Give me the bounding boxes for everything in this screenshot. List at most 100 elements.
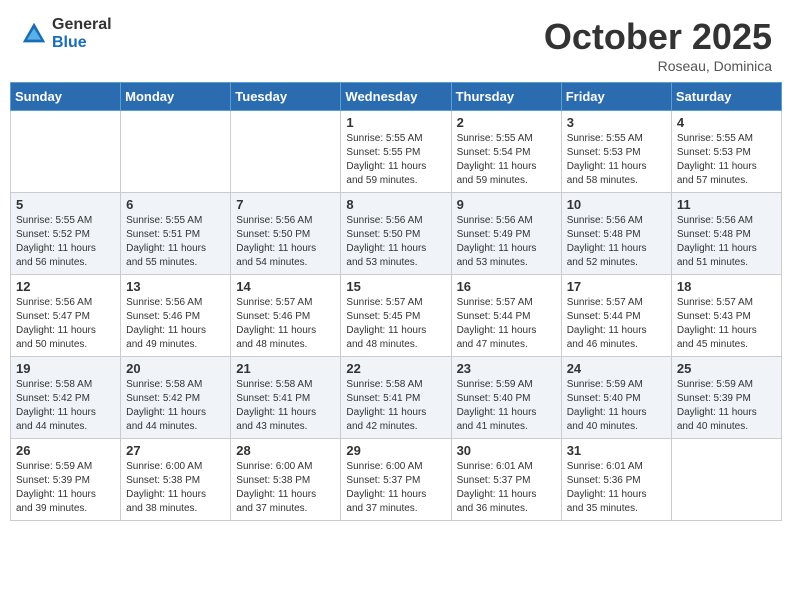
day-number: 9 (457, 197, 556, 212)
day-number: 1 (346, 115, 445, 130)
table-row: 10 Sunrise: 5:56 AM Sunset: 5:48 PM Dayli… (561, 193, 671, 275)
day-info: Sunrise: 5:58 AM Sunset: 5:41 PM Dayligh… (346, 378, 445, 434)
day-number: 6 (126, 197, 225, 212)
table-row: 5 Sunrise: 5:55 AM Sunset: 5:52 PM Daylig… (11, 193, 121, 275)
calendar-week-2: 5 Sunrise: 5:55 AM Sunset: 5:52 PM Daylig… (11, 193, 782, 275)
page-header: General Blue October 2025 Roseau, Domini… (0, 0, 792, 82)
table-row: 27 Sunrise: 6:00 AM Sunset: 5:38 PM Dayli… (121, 439, 231, 521)
day-info: Sunrise: 5:57 AM Sunset: 5:44 PM Dayligh… (567, 296, 666, 352)
day-number: 8 (346, 197, 445, 212)
day-info: Sunrise: 6:00 AM Sunset: 5:38 PM Dayligh… (126, 460, 225, 516)
calendar-header: Sunday Monday Tuesday Wednesday Thursday… (11, 83, 782, 111)
table-row: 24Sunrise: 5:59 AM Sunset: 5:40 PM Dayli… (561, 357, 671, 439)
calendar-week-3: 12Sunrise: 5:56 AM Sunset: 5:47 PM Dayli… (11, 275, 782, 357)
day-info: Sunrise: 5:59 AM Sunset: 5:40 PM Dayligh… (457, 378, 556, 434)
calendar-week-5: 26 Sunrise: 5:59 AM Sunset: 5:39 PM Dayli… (11, 439, 782, 521)
day-info: Sunrise: 5:55 AM Sunset: 5:52 PM Dayligh… (16, 214, 115, 270)
day-info: Sunrise: 5:58 AM Sunset: 5:42 PM Dayligh… (126, 378, 225, 434)
day-number: 15 (346, 279, 445, 294)
logo-blue: Blue (52, 34, 112, 52)
location: Roseau, Dominica (544, 58, 772, 74)
day-number: 14 (236, 279, 335, 294)
day-info: Sunrise: 5:56 AM Sunset: 5:46 PM Dayligh… (126, 296, 225, 352)
table-row: 19 Sunrise: 5:58 AM Sunset: 5:42 PM Dayli… (11, 357, 121, 439)
day-info: Sunrise: 6:00 AM Sunset: 5:38 PM Dayligh… (236, 460, 335, 516)
day-info: Sunrise: 5:57 AM Sunset: 5:46 PM Dayligh… (236, 296, 335, 352)
day-info: Sunrise: 5:56 AM Sunset: 5:48 PM Dayligh… (677, 214, 776, 270)
table-row: 25 Sunrise: 5:59 AM Sunset: 5:39 PM Dayli… (671, 357, 781, 439)
table-row: 1Sunrise: 5:55 AM Sunset: 5:55 PM Daylig… (341, 111, 451, 193)
table-row: 16 Sunrise: 5:57 AM Sunset: 5:44 PM Dayli… (451, 275, 561, 357)
day-info: Sunrise: 5:58 AM Sunset: 5:42 PM Dayligh… (16, 378, 115, 434)
day-number: 19 (16, 361, 115, 376)
calendar-week-1: 1Sunrise: 5:55 AM Sunset: 5:55 PM Daylig… (11, 111, 782, 193)
day-info: Sunrise: 5:57 AM Sunset: 5:43 PM Dayligh… (677, 296, 776, 352)
table-row: 26 Sunrise: 5:59 AM Sunset: 5:39 PM Dayli… (11, 439, 121, 521)
day-number: 10 (567, 197, 666, 212)
table-row: 3Sunrise: 5:55 AM Sunset: 5:53 PM Daylig… (561, 111, 671, 193)
day-number: 29 (346, 443, 445, 458)
table-row: 4Sunrise: 5:55 AM Sunset: 5:53 PM Daylig… (671, 111, 781, 193)
day-info: Sunrise: 5:57 AM Sunset: 5:44 PM Dayligh… (457, 296, 556, 352)
day-number: 30 (457, 443, 556, 458)
day-number: 22 (346, 361, 445, 376)
table-row (231, 111, 341, 193)
table-row: 2Sunrise: 5:55 AM Sunset: 5:54 PM Daylig… (451, 111, 561, 193)
header-tuesday: Tuesday (231, 83, 341, 111)
header-monday: Monday (121, 83, 231, 111)
day-number: 25 (677, 361, 776, 376)
header-friday: Friday (561, 83, 671, 111)
table-row: 23Sunrise: 5:59 AM Sunset: 5:40 PM Dayli… (451, 357, 561, 439)
table-row: 6Sunrise: 5:55 AM Sunset: 5:51 PM Daylig… (121, 193, 231, 275)
table-row (671, 439, 781, 521)
day-info: Sunrise: 5:56 AM Sunset: 5:50 PM Dayligh… (236, 214, 335, 270)
header-thursday: Thursday (451, 83, 561, 111)
day-info: Sunrise: 5:59 AM Sunset: 5:39 PM Dayligh… (677, 378, 776, 434)
day-number: 4 (677, 115, 776, 130)
day-number: 31 (567, 443, 666, 458)
day-number: 27 (126, 443, 225, 458)
title-area: October 2025 Roseau, Dominica (544, 16, 772, 74)
day-number: 5 (16, 197, 115, 212)
day-info: Sunrise: 5:56 AM Sunset: 5:49 PM Dayligh… (457, 214, 556, 270)
table-row: 22 Sunrise: 5:58 AM Sunset: 5:41 PM Dayli… (341, 357, 451, 439)
day-number: 28 (236, 443, 335, 458)
table-row: 15 Sunrise: 5:57 AM Sunset: 5:45 PM Dayli… (341, 275, 451, 357)
day-number: 24 (567, 361, 666, 376)
table-row: 8 Sunrise: 5:56 AM Sunset: 5:50 PM Daylig… (341, 193, 451, 275)
logo-general: General (52, 16, 112, 34)
table-row: 13Sunrise: 5:56 AM Sunset: 5:46 PM Dayli… (121, 275, 231, 357)
day-info: Sunrise: 5:56 AM Sunset: 5:50 PM Dayligh… (346, 214, 445, 270)
table-row: 28 Sunrise: 6:00 AM Sunset: 5:38 PM Dayli… (231, 439, 341, 521)
header-wednesday: Wednesday (341, 83, 451, 111)
calendar-table: Sunday Monday Tuesday Wednesday Thursday… (10, 82, 782, 521)
calendar-body: 1Sunrise: 5:55 AM Sunset: 5:55 PM Daylig… (11, 111, 782, 521)
day-number: 26 (16, 443, 115, 458)
table-row: 7 Sunrise: 5:56 AM Sunset: 5:50 PM Daylig… (231, 193, 341, 275)
table-row: 30Sunrise: 6:01 AM Sunset: 5:37 PM Dayli… (451, 439, 561, 521)
table-row: 29 Sunrise: 6:00 AM Sunset: 5:37 PM Dayli… (341, 439, 451, 521)
table-row: 9 Sunrise: 5:56 AM Sunset: 5:49 PM Daylig… (451, 193, 561, 275)
day-number: 3 (567, 115, 666, 130)
table-row: 31Sunrise: 6:01 AM Sunset: 5:36 PM Dayli… (561, 439, 671, 521)
day-info: Sunrise: 5:57 AM Sunset: 5:45 PM Dayligh… (346, 296, 445, 352)
day-number: 12 (16, 279, 115, 294)
day-info: Sunrise: 6:00 AM Sunset: 5:37 PM Dayligh… (346, 460, 445, 516)
calendar-wrap: Sunday Monday Tuesday Wednesday Thursday… (0, 82, 792, 531)
day-info: Sunrise: 5:58 AM Sunset: 5:41 PM Dayligh… (236, 378, 335, 434)
table-row (121, 111, 231, 193)
table-row: 18Sunrise: 5:57 AM Sunset: 5:43 PM Dayli… (671, 275, 781, 357)
logo: General Blue (20, 16, 112, 51)
day-info: Sunrise: 5:59 AM Sunset: 5:39 PM Dayligh… (16, 460, 115, 516)
table-row: 20 Sunrise: 5:58 AM Sunset: 5:42 PM Dayli… (121, 357, 231, 439)
day-number: 16 (457, 279, 556, 294)
day-number: 7 (236, 197, 335, 212)
header-saturday: Saturday (671, 83, 781, 111)
day-number: 20 (126, 361, 225, 376)
table-row: 17Sunrise: 5:57 AM Sunset: 5:44 PM Dayli… (561, 275, 671, 357)
header-sunday: Sunday (11, 83, 121, 111)
day-info: Sunrise: 5:56 AM Sunset: 5:48 PM Dayligh… (567, 214, 666, 270)
day-number: 11 (677, 197, 776, 212)
table-row (11, 111, 121, 193)
day-info: Sunrise: 5:55 AM Sunset: 5:54 PM Dayligh… (457, 132, 556, 188)
